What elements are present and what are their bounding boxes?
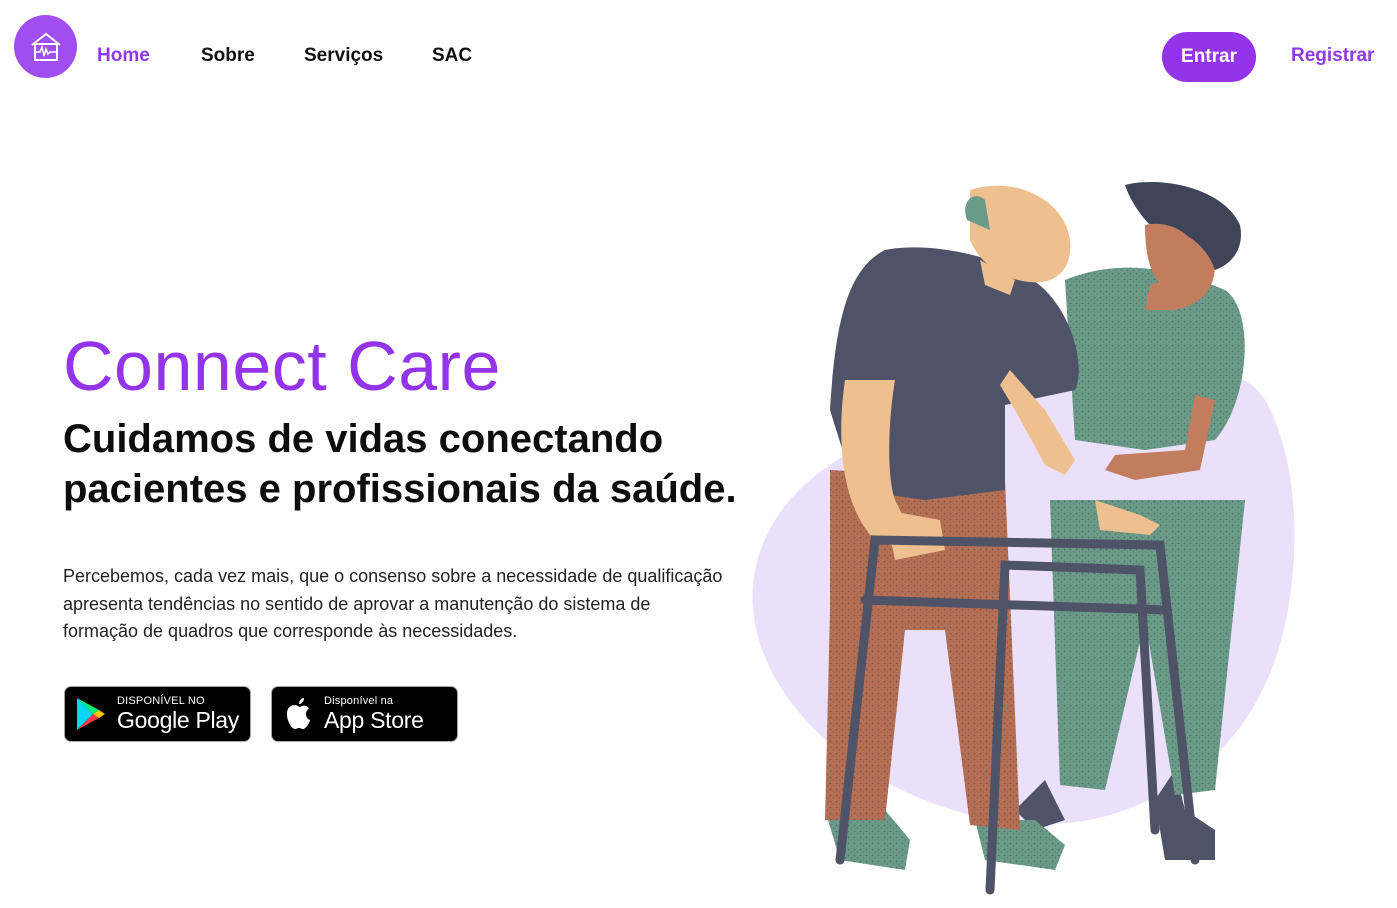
house-heartbeat-icon bbox=[30, 32, 61, 61]
login-button[interactable]: Entrar bbox=[1162, 32, 1256, 82]
register-link[interactable]: Registrar bbox=[1291, 45, 1374, 67]
google-play-badge[interactable]: DISPONÍVEL NO Google Play bbox=[64, 686, 251, 742]
nav-sobre[interactable]: Sobre bbox=[201, 45, 255, 67]
nav-home[interactable]: Home bbox=[97, 45, 150, 67]
nav-sac[interactable]: SAC bbox=[432, 45, 472, 67]
hero-headline: Cuidamos de vidas conectando pacientes e… bbox=[63, 417, 737, 511]
logo-button[interactable] bbox=[14, 15, 77, 78]
brand-title: Connect Care bbox=[63, 327, 501, 405]
app-store-badge[interactable]: Disponível na App Store bbox=[271, 686, 458, 742]
google-play-label: Google Play bbox=[117, 707, 239, 733]
apple-icon bbox=[287, 698, 310, 729]
hero-description: Percebemos, cada vez mais, que o consens… bbox=[63, 566, 723, 641]
app-store-small-label: Disponível na bbox=[324, 695, 394, 707]
app-store-label: App Store bbox=[324, 707, 424, 733]
caregiver-illustration bbox=[752, 181, 1295, 895]
nav-servicos[interactable]: Serviços bbox=[304, 45, 383, 67]
google-play-icon bbox=[77, 698, 105, 730]
google-play-small-label: DISPONÍVEL NO bbox=[117, 695, 205, 707]
